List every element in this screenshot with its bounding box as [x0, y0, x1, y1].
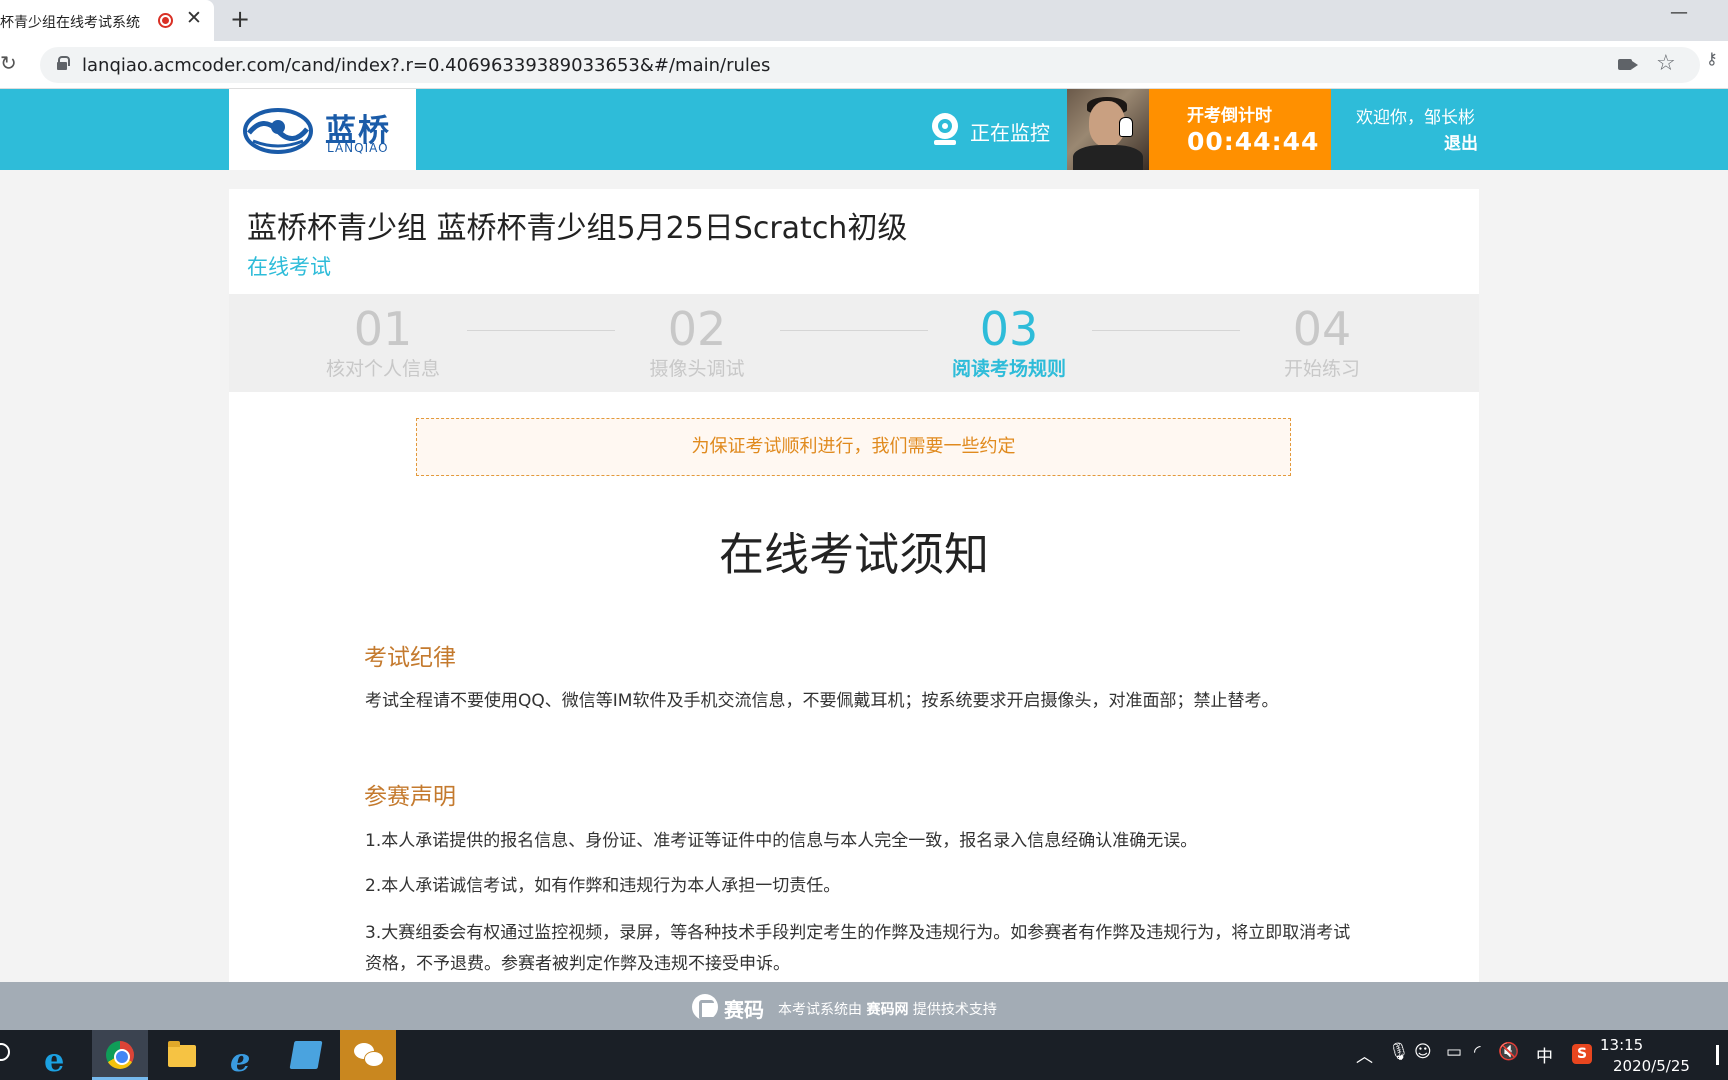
rule-paragraph: 考试全程请不要使用QQ、微信等IM软件及手机交流信息，不要佩戴耳机；按系统要求开…	[365, 691, 1279, 711]
chevron-up-icon[interactable]: ︿	[1356, 1042, 1373, 1067]
footer-brand: 赛码	[724, 998, 764, 1022]
site-header: 蓝桥 LANQIAO 正在监控 开考倒计时 00:44:44 欢迎你，邹长彬 退…	[0, 89, 1728, 170]
step-2: 02 摄像头调试	[617, 302, 777, 382]
footer-credit-brand: 赛码网	[866, 1002, 909, 1018]
step-number: 04	[1292, 302, 1352, 356]
taskbar-file-explorer[interactable]	[154, 1030, 210, 1080]
volume-muted-icon[interactable]: 🔇	[1498, 1042, 1519, 1062]
progress-steps: 01 核对个人信息 02 摄像头调试 03 阅读考场规则 04 开始练习	[229, 294, 1479, 392]
wechat-icon	[354, 1041, 384, 1069]
battery-icon[interactable]: ▭	[1446, 1042, 1462, 1062]
footer-credit: 本考试系统由 赛码网 提供技术支持	[778, 999, 997, 1019]
step-connector	[467, 330, 615, 331]
logo-text-en: LANQIAO	[327, 141, 389, 155]
step-1: 01 核对个人信息	[303, 302, 463, 382]
sogou-ime-icon[interactable]: S	[1572, 1044, 1592, 1064]
step-4: 04 开始练习	[1242, 302, 1402, 382]
logout-link[interactable]: 退出	[1444, 129, 1478, 154]
step-label: 摄像头调试	[649, 358, 745, 380]
notice-banner: 为保证考试顺利进行，我们需要一些约定	[416, 418, 1291, 476]
reload-icon[interactable]: ↻	[0, 51, 17, 75]
rules-content[interactable]: 为保证考试顺利进行，我们需要一些约定 在线考试须知 考试纪律 考试全程请不要使用…	[229, 392, 1479, 982]
recording-icon	[158, 13, 173, 28]
chrome-icon	[106, 1041, 134, 1069]
section-heading-discipline: 考试纪律	[364, 645, 456, 671]
edge-icon: e	[44, 1041, 65, 1079]
key-icon[interactable]: ⚷	[1706, 49, 1718, 68]
close-tab-icon[interactable]: ✕	[186, 7, 202, 29]
mouse-cursor	[1119, 117, 1133, 137]
footer-credit-prefix: 本考试系统由	[778, 1002, 862, 1018]
page-footer: 赛码 本考试系统由 赛码网 提供技术支持	[0, 982, 1728, 1030]
saima-logo-icon	[692, 994, 718, 1020]
browser-toolbar: ↻ lanqiao.acmcoder.com/cand/index?.r=0.4…	[0, 41, 1728, 89]
exam-title-card: 蓝桥杯青少组 蓝桥杯青少组5月25日Scratch初级 在线考试	[229, 189, 1479, 294]
step-3-current: 03 阅读考场规则	[929, 302, 1089, 382]
lanqiao-logo[interactable]: 蓝桥 LANQIAO	[229, 89, 416, 170]
minimize-window-button[interactable]: —	[1670, 2, 1688, 23]
step-label: 开始练习	[1283, 358, 1360, 380]
step-number: 01	[353, 302, 413, 356]
step-label: 核对个人信息	[325, 358, 440, 380]
exam-title: 蓝桥杯青少组 蓝桥杯青少组5月25日Scratch初级	[247, 211, 908, 246]
tray-app-icon[interactable]: ☺	[1414, 1042, 1432, 1062]
taskbar-chrome[interactable]	[92, 1030, 148, 1080]
clock-date[interactable]: 2020/5/25	[1613, 1057, 1690, 1075]
folder-icon	[168, 1041, 196, 1067]
countdown-label: 开考倒计时	[1187, 106, 1272, 126]
internet-explorer-icon: e	[230, 1041, 251, 1079]
step-connector	[1092, 330, 1240, 331]
bookmark-star-icon[interactable]: ☆	[1656, 51, 1676, 76]
rule-paragraph: 2.本人承诺诚信考试，如有作弊和违规行为本人承担一切责任。	[365, 876, 841, 896]
taskbar-wechat[interactable]	[340, 1030, 396, 1080]
ime-indicator[interactable]: 中	[1536, 1042, 1553, 1067]
lanqiao-logo-mark-icon	[243, 108, 313, 154]
camera-icon[interactable]	[1618, 59, 1638, 70]
step-number: 02	[667, 302, 727, 356]
network-icon[interactable]: ◜	[1474, 1042, 1481, 1062]
clock-time[interactable]: 13:15	[1600, 1036, 1643, 1054]
step-number: 03	[979, 302, 1039, 356]
windows-taskbar: e e ︿ 🎙 ☺ ▭ ◜ 🔇 中 S 13:15 2020/5/25	[0, 1030, 1728, 1080]
exam-subtitle: 在线考试	[247, 255, 331, 279]
notepad-icon	[289, 1041, 323, 1069]
section-heading-declaration: 参赛声明	[364, 784, 456, 810]
welcome-user: 欢迎你，邹长彬	[1356, 108, 1475, 128]
browser-tabstrip: 杯青少组在线考试系统 ✕ + —	[0, 0, 1728, 41]
url-text[interactable]: lanqiao.acmcoder.com/cand/index?.r=0.406…	[82, 55, 770, 76]
step-label: 阅读考场规则	[951, 358, 1066, 380]
webcam-icon	[932, 113, 958, 145]
webcam-preview-body	[1073, 145, 1143, 170]
rule-paragraph: 3.大赛组委会有权通过监控视频，录屏，等各种技术手段判定考生的作弊及违规行为。如…	[365, 923, 1351, 974]
step-connector	[780, 330, 928, 331]
lock-icon[interactable]	[57, 56, 70, 70]
countdown-time: 00:44:44	[1187, 127, 1320, 156]
taskbar-edge[interactable]: e	[30, 1030, 86, 1080]
tab-title: 杯青少组在线考试系统	[0, 15, 140, 31]
webcam-preview	[1067, 89, 1149, 170]
new-tab-button[interactable]: +	[230, 5, 250, 33]
exam-countdown: 开考倒计时 00:44:44	[1149, 89, 1331, 170]
search-icon[interactable]	[0, 1043, 10, 1061]
rules-title: 在线考试须知	[718, 528, 989, 581]
microphone-icon[interactable]: 🎙	[1388, 1042, 1410, 1062]
taskbar-notepad[interactable]	[278, 1030, 334, 1080]
browser-tab[interactable]: 杯青少组在线考试系统 ✕	[0, 0, 214, 41]
monitoring-label: 正在监控	[970, 121, 1050, 145]
footer-credit-suffix: 提供技术支持	[912, 1002, 997, 1018]
taskbar-internet-explorer[interactable]: e	[216, 1030, 272, 1080]
show-desktop-button[interactable]	[1716, 1045, 1719, 1065]
address-bar[interactable]: lanqiao.acmcoder.com/cand/index?.r=0.406…	[40, 47, 1700, 83]
rule-paragraph: 1.本人承诺提供的报名信息、身份证、准考证等证件中的信息与本人完全一致，报名录入…	[365, 831, 1198, 851]
